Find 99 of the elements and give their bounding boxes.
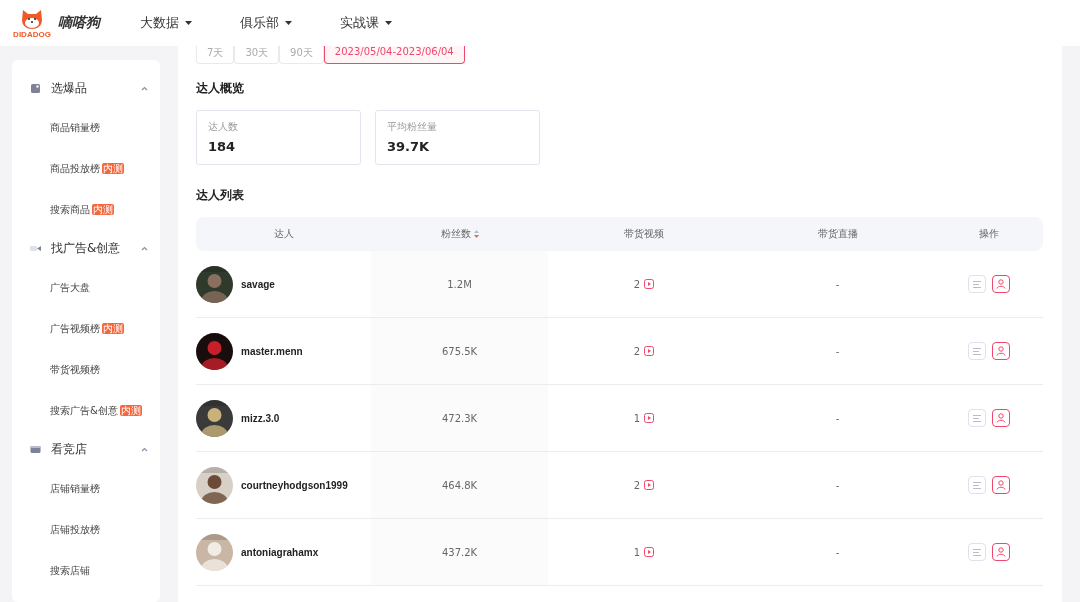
collapse-icon (141, 246, 148, 251)
beta-badge: 内测 (102, 323, 124, 334)
stat-value: 39.7K (387, 139, 431, 154)
sidebar-item[interactable]: 商品销量榜 (12, 107, 160, 148)
detail-button[interactable] (968, 342, 986, 360)
caret-icon (385, 20, 392, 26)
column-header: 达人 (196, 217, 371, 251)
sidebar-item[interactable]: 搜索广告&创意 内测 (12, 390, 160, 431)
caret-icon (285, 20, 292, 26)
table-cell: - (835, 412, 840, 424)
detail-button[interactable] (968, 275, 986, 293)
detail-button[interactable] (968, 543, 986, 561)
sidebar-group[interactable]: 选爆品 (12, 70, 160, 107)
sidebar-item-label: 搜索店铺 (50, 563, 90, 578)
sidebar-item[interactable]: 带货视频榜 (12, 349, 160, 390)
beta-badge: 内测 (92, 204, 114, 215)
logo-caption: DIDADOG (13, 29, 51, 39)
sidebar-item-label: 店铺投放榜 (50, 522, 100, 537)
nav-menu[interactable]: 大数据 (140, 14, 192, 32)
profile-button[interactable] (992, 275, 1010, 293)
sidebar-item-label: 广告视频榜 (50, 321, 100, 336)
sidebar-item-label: 商品投放榜 (50, 161, 100, 176)
table-cell: 2 (633, 278, 641, 290)
table-cell: - (835, 345, 840, 357)
creator-name[interactable]: master.menn (241, 345, 303, 357)
table-cell: 1.2M (447, 278, 472, 290)
sidebar-item-label: 搜索商品 (50, 202, 90, 217)
play-icon[interactable] (644, 480, 655, 490)
person-icon (996, 480, 1006, 490)
table-cell: 437.2K (441, 546, 478, 558)
table-cell: - (835, 278, 840, 290)
person-icon (996, 547, 1006, 557)
section-title: 达人概览 (196, 80, 245, 97)
dog-logo-icon (20, 7, 44, 30)
column-header: 带货视频 (548, 217, 740, 251)
table-cell: 675.5K (441, 345, 478, 357)
play-icon[interactable] (644, 413, 655, 423)
column-header[interactable]: 粉丝数 (371, 217, 548, 251)
list-icon (972, 548, 982, 556)
beta-badge: 内测 (102, 163, 124, 174)
sidebar-item-label: 商品销量榜 (50, 120, 100, 135)
tag-icon (30, 83, 41, 94)
table-cell: 2 (633, 479, 641, 491)
profile-button[interactable] (992, 543, 1010, 561)
play-icon[interactable] (644, 547, 655, 557)
stat-label: 达人数 (208, 120, 239, 134)
person-icon (996, 346, 1006, 356)
person-icon (996, 413, 1006, 423)
sidebar-item[interactable]: 广告大盘 (12, 267, 160, 308)
column-header: 带货直播 (740, 217, 935, 251)
sort-icon (473, 230, 479, 238)
sidebar-item[interactable]: 搜索店铺 (12, 550, 160, 591)
column-header: 操作 (935, 217, 1043, 251)
detail-button[interactable] (968, 409, 986, 427)
nav-menu[interactable]: 实战课 (340, 14, 392, 32)
sidebar-item[interactable]: 广告视频榜 内测 (12, 308, 160, 349)
list-icon (972, 347, 982, 355)
sidebar-item-label: 广告大盘 (50, 280, 90, 295)
creator-name[interactable]: antoniagrahamx (241, 546, 319, 558)
table-cell: 1 (633, 412, 641, 424)
table-cell: 472.3K (441, 412, 478, 424)
detail-button[interactable] (968, 476, 986, 494)
section-title: 达人列表 (196, 187, 245, 204)
play-icon[interactable] (644, 279, 655, 289)
creator-name[interactable]: courtneyhodgson1999 (241, 479, 348, 491)
sidebar-item[interactable]: 店铺投放榜 (12, 509, 160, 550)
beta-badge: 内测 (119, 405, 142, 416)
sidebar-item-label: 店铺销量榜 (50, 481, 100, 496)
sidebar-item[interactable]: 店铺销量榜 (12, 468, 160, 509)
list-icon (972, 414, 982, 422)
profile-button[interactable] (992, 342, 1010, 360)
profile-button[interactable] (992, 409, 1010, 427)
caret-icon (185, 20, 192, 26)
table-cell: - (835, 479, 840, 491)
sidebar-group[interactable]: 看竞店 (12, 431, 160, 468)
table-cell: 464.8K (441, 479, 478, 491)
table-cell: 2 (633, 345, 641, 357)
collapse-icon (141, 86, 148, 91)
person-icon (996, 279, 1006, 289)
creator-name[interactable]: savage (241, 278, 275, 290)
stat-value: 184 (208, 139, 237, 154)
sidebar-item-label: 带货视频榜 (50, 362, 100, 377)
stat-label: 平均粉丝量 (387, 120, 438, 134)
table-cell: - (835, 546, 840, 558)
nav-menu[interactable]: 俱乐部 (240, 14, 292, 32)
sidebar-item-label: 搜索广告&创意 (50, 403, 118, 418)
camera-icon (30, 243, 41, 254)
profile-button[interactable] (992, 476, 1010, 494)
brand-name: 嘀嗒狗 (58, 14, 100, 32)
shop-icon (30, 444, 41, 455)
sidebar-item[interactable]: 搜索商品 内测 (12, 189, 160, 230)
list-icon (972, 481, 982, 489)
table-cell: 1 (633, 546, 641, 558)
collapse-icon (141, 447, 148, 452)
list-icon (972, 280, 982, 288)
sidebar-item[interactable]: 商品投放榜 内测 (12, 148, 160, 189)
play-icon[interactable] (644, 346, 655, 356)
creator-name[interactable]: mizz.3.0 (241, 412, 280, 424)
sidebar-group[interactable]: 找广告&创意 (12, 230, 160, 267)
